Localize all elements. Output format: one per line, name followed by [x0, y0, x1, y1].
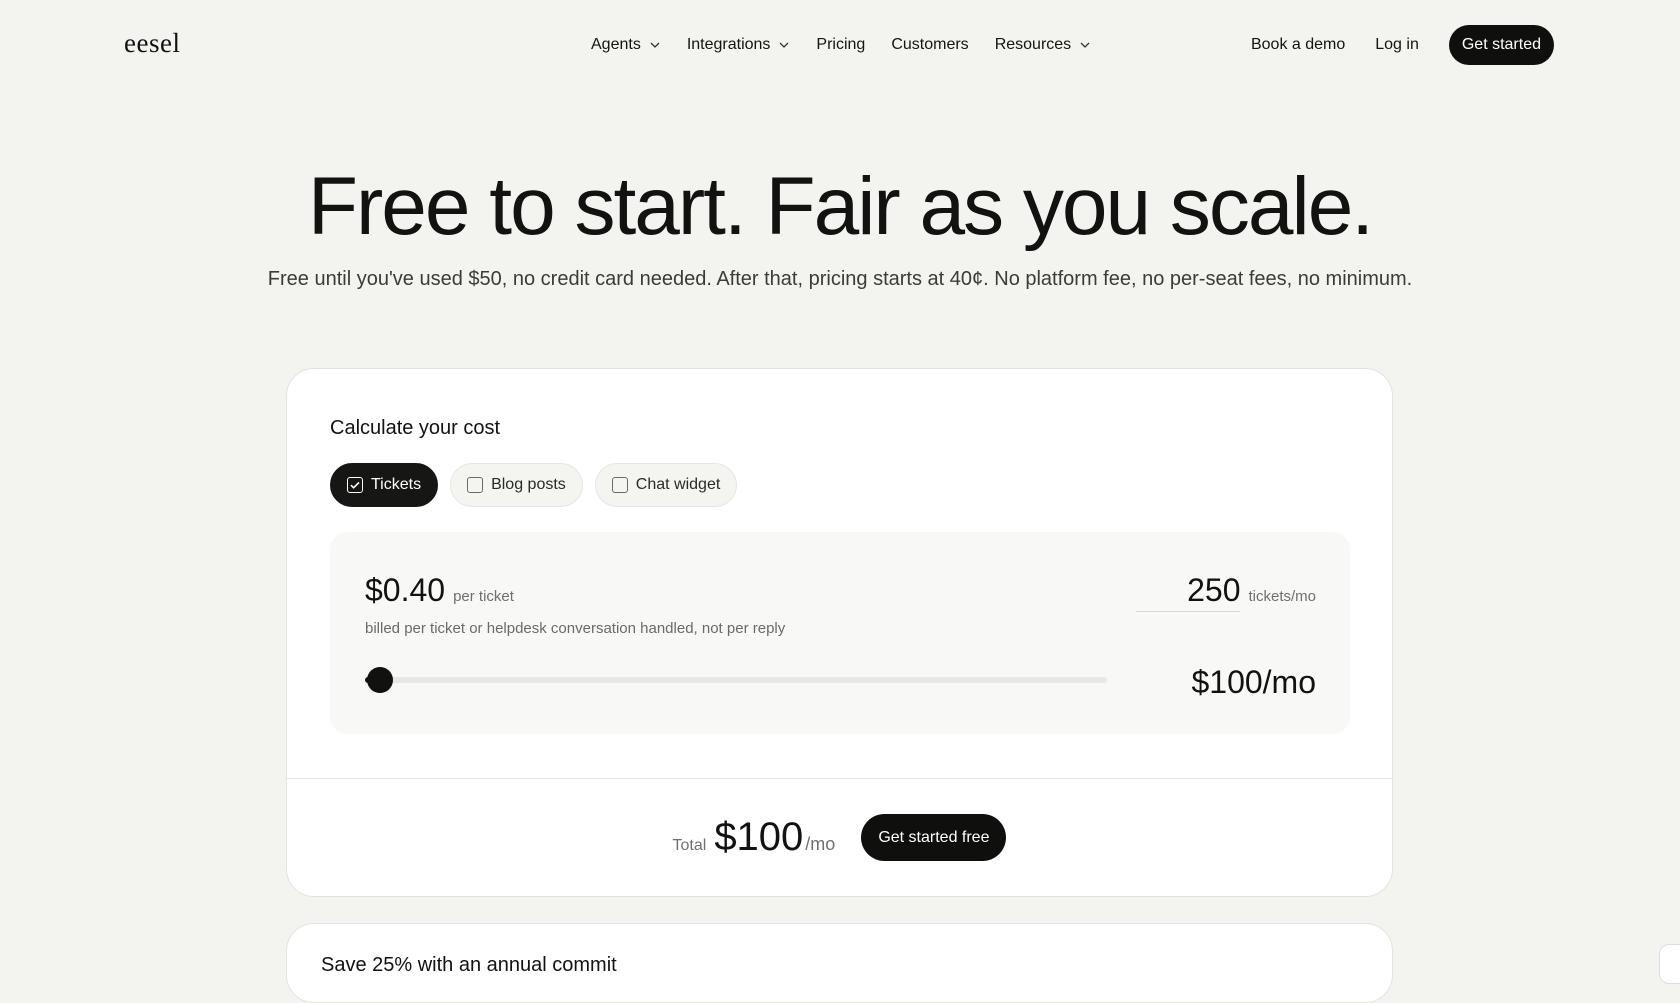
chevron-down-icon — [779, 42, 789, 48]
nav-item-label: Resources — [994, 36, 1072, 53]
nav-item-label: Integrations — [686, 36, 771, 53]
chip-label: Chat widget — [635, 476, 721, 493]
chip-tickets[interactable]: Tickets — [330, 463, 439, 507]
hero-subtitle: Free until you've used $50, no credit ca… — [267, 268, 1413, 290]
nav-item-resources[interactable]: Resources — [995, 36, 1091, 54]
total-value: $100 — [714, 815, 804, 859]
calculator-title: Calculate your cost — [330, 417, 501, 439]
chip-label: Blog posts — [491, 476, 566, 493]
chevron-down-icon — [650, 42, 660, 48]
ticket-pricing-panel: $0.40 per ticket billed per ticket or he… — [330, 532, 1350, 734]
get-started-free-button[interactable]: Get started free — [861, 814, 1007, 861]
nav-item-label: Customers — [891, 36, 969, 53]
get-started-button[interactable]: Get started — [1448, 25, 1554, 65]
checkbox-unchecked-icon — [467, 477, 484, 493]
annual-commit-title: Save 25% with an annual commit — [321, 954, 617, 976]
floating-widget-button[interactable] — [1659, 944, 1680, 984]
login-link[interactable]: Log in — [1375, 36, 1419, 54]
book-demo-link[interactable]: Book a demo — [1251, 36, 1345, 54]
nav-actions: Book a demo Log in Get started — [1251, 25, 1554, 65]
nav-item-integrations[interactable]: Integrations — [687, 36, 791, 54]
price-unit: per ticket — [453, 588, 514, 605]
hero-title: Free to start. Fair as you scale. — [307, 161, 1374, 252]
checkbox-checked-icon — [347, 477, 363, 493]
card-divider — [287, 778, 1392, 779]
chip-blog-posts[interactable]: Blog posts — [450, 463, 583, 507]
billing-note: billed per ticket or helpdesk conversati… — [365, 620, 786, 637]
monthly-cost: $100/mo — [1191, 664, 1316, 700]
quantity-unit: tickets/mo — [1248, 588, 1316, 605]
quantity-input[interactable]: 250 — [1136, 572, 1241, 612]
chevron-down-icon — [1080, 42, 1090, 48]
nav-item-customers[interactable]: Customers — [891, 36, 968, 54]
ticket-volume-slider[interactable] — [365, 667, 1107, 693]
unit-price: $0.40 per ticket — [365, 572, 514, 609]
chip-chat-widget[interactable]: Chat widget — [594, 463, 738, 507]
cost-calculator-card: Calculate your cost Tickets Blog posts C… — [286, 368, 1393, 897]
slider-thumb[interactable] — [366, 667, 393, 693]
main-menu: Agents Integrations Pricing Customers Re… — [591, 34, 1091, 56]
total-label: Total — [672, 837, 707, 854]
nav-item-label: Agents — [591, 36, 641, 53]
annual-commit-card: Save 25% with an annual commit — [286, 923, 1393, 1003]
chip-label: Tickets — [371, 476, 422, 493]
total-cost: Total $100 /mo — [673, 815, 836, 860]
nav-item-agents[interactable]: Agents — [591, 36, 661, 54]
total-unit: /mo — [805, 834, 836, 854]
top-navigation: eesel Agents Integrations Pricing Custom… — [0, 0, 1680, 90]
eesel-logo[interactable]: eesel — [124, 28, 180, 59]
checkbox-unchecked-icon — [611, 477, 628, 493]
nav-item-label: Pricing — [816, 36, 866, 53]
quantity-display: 250 tickets/mo — [1136, 572, 1316, 612]
nav-item-pricing[interactable]: Pricing — [816, 36, 865, 54]
product-chips: Tickets Blog posts Chat widget — [330, 463, 738, 507]
total-row: Total $100 /mo Get started free — [287, 814, 1392, 861]
price-value: $0.40 — [365, 572, 446, 608]
